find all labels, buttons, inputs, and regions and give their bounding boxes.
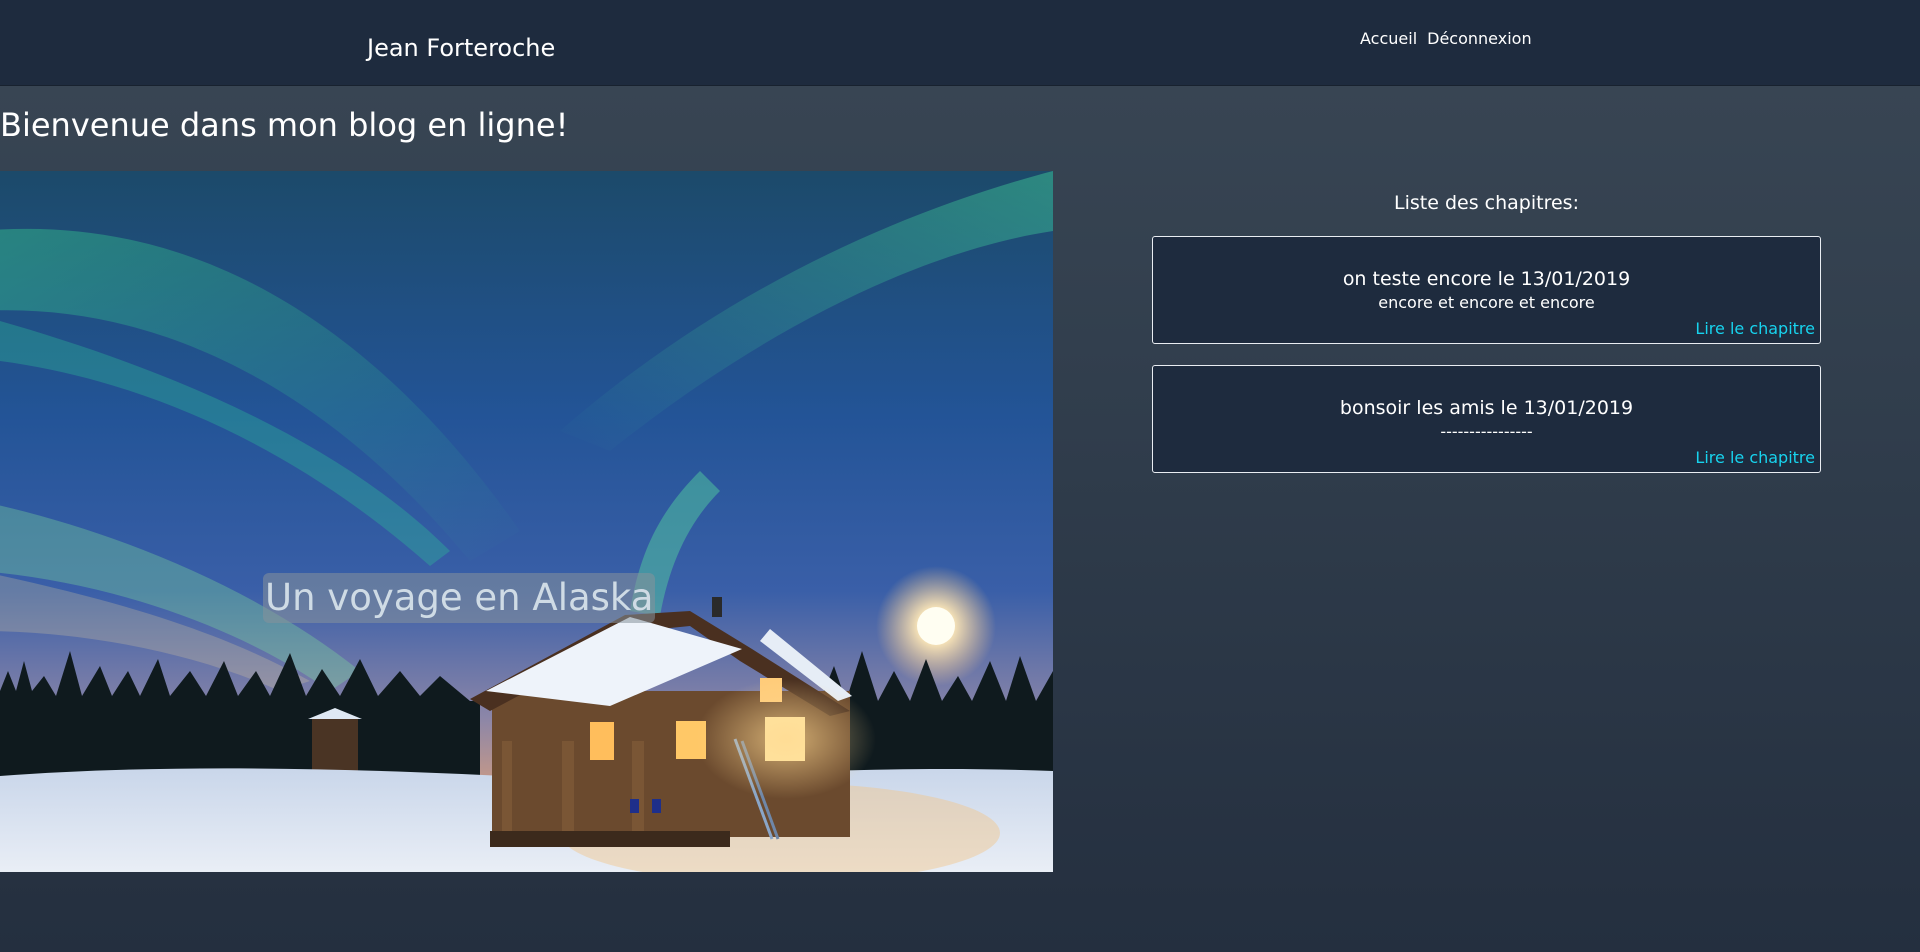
alaska-aurora-cabin-photo xyxy=(0,171,1053,872)
chapters-heading: Liste des chapitres: xyxy=(1394,192,1579,214)
hero-image: Un voyage en Alaska xyxy=(0,171,1053,872)
nav-link-accueil[interactable]: Accueil xyxy=(1360,29,1417,48)
read-chapter-link[interactable]: Lire le chapitre xyxy=(1695,319,1815,338)
chapter-excerpt: encore et encore et encore xyxy=(1378,293,1595,312)
read-chapter-link[interactable]: Lire le chapitre xyxy=(1695,448,1815,467)
chapter-card: bonsoir les amis le 13/01/2019 ---------… xyxy=(1152,365,1821,473)
site-brand[interactable]: Jean Forteroche xyxy=(367,34,555,62)
chapter-title: bonsoir les amis le 13/01/2019 xyxy=(1339,397,1634,419)
top-navbar: Jean Forteroche Accueil Déconnexion xyxy=(0,0,1920,86)
main-nav: Accueil Déconnexion xyxy=(1360,29,1532,48)
nav-link-deconnexion[interactable]: Déconnexion xyxy=(1427,29,1531,48)
chapter-card: on teste encore le 13/01/2019 encore et … xyxy=(1152,236,1821,344)
hero-caption: Un voyage en Alaska xyxy=(263,573,656,623)
chapter-excerpt: ---------------- xyxy=(1440,422,1533,441)
page-title: Bienvenue dans mon blog en ligne! xyxy=(0,106,569,144)
chapter-title: on teste encore le 13/01/2019 xyxy=(1342,268,1631,290)
